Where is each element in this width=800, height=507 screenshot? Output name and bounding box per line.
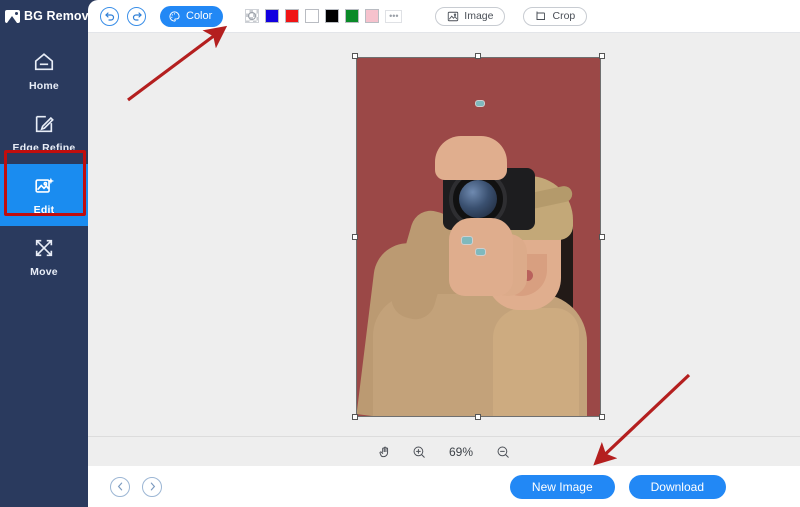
app-window: BG Remover Home Edge Refine Edit Move Co… [0, 0, 800, 507]
new-image-button[interactable]: New Image [509, 474, 615, 499]
swatch-green[interactable] [345, 9, 360, 23]
download-button[interactable]: Download [628, 474, 726, 499]
redo-button[interactable] [127, 6, 146, 26]
photo-subject [357, 58, 600, 416]
previous-image-button[interactable] [110, 476, 130, 497]
resize-handle-sw[interactable] [352, 414, 358, 420]
zoom-toolbar: 69% [88, 436, 800, 466]
swatch-pink[interactable] [365, 9, 380, 23]
brand: BG Remover [0, 0, 101, 26]
swatch-red[interactable] [285, 9, 300, 23]
top-toolbar: Color ••• Image Crop [88, 0, 800, 33]
sidebar-item-label: Edge Refine [12, 141, 76, 154]
image-tab-label: Image [464, 10, 494, 22]
sidebar: BG Remover Home Edge Refine Edit Move [0, 0, 101, 507]
edit-image-icon [33, 175, 55, 197]
crop-icon [535, 11, 547, 22]
hand-icon[interactable] [378, 445, 392, 459]
sidebar-item-label: Edit [33, 203, 55, 216]
home-icon [33, 51, 55, 73]
resize-handle-nw[interactable] [352, 53, 358, 59]
edge-refine-icon [33, 113, 55, 135]
redo-icon [131, 10, 143, 22]
color-tab-button[interactable]: Color [160, 5, 224, 27]
swatch-white[interactable] [305, 9, 320, 23]
chevron-right-icon [148, 482, 157, 491]
swatch-transparent[interactable] [245, 9, 260, 23]
photo-preview[interactable] [356, 57, 601, 417]
sidebar-item-edge-refine[interactable]: Edge Refine [0, 102, 88, 164]
sidebar-nav: Home Edge Refine Edit Move [0, 40, 88, 288]
photo-selection[interactable] [352, 53, 605, 420]
sidebar-item-label: Home [29, 79, 59, 92]
resize-handle-s[interactable] [475, 414, 481, 420]
image-icon [5, 9, 20, 23]
bottom-action-bar: New Image Download [88, 466, 800, 507]
next-image-button[interactable] [142, 476, 162, 497]
palette-icon [168, 10, 181, 23]
undo-button[interactable] [100, 6, 119, 26]
sidebar-item-label: Move [30, 265, 58, 278]
chevron-left-icon [116, 482, 125, 491]
color-tab-label: Color [186, 10, 213, 22]
swatch-blue[interactable] [265, 9, 280, 23]
zoom-out-icon[interactable] [496, 445, 510, 459]
sidebar-item-home[interactable]: Home [0, 40, 88, 102]
editor-canvas[interactable] [88, 33, 800, 436]
sidebar-item-edit[interactable]: Edit [0, 164, 88, 226]
sidebar-item-move[interactable]: Move [0, 226, 88, 288]
resize-handle-e[interactable] [599, 234, 605, 240]
zoom-in-icon[interactable] [412, 445, 426, 459]
resize-handle-ne[interactable] [599, 53, 605, 59]
resize-handle-w[interactable] [352, 234, 358, 240]
crop-tab-label: Crop [552, 10, 576, 22]
swatch-black[interactable] [325, 9, 340, 23]
zoom-level-value: 69% [448, 444, 474, 459]
resize-handle-n[interactable] [475, 53, 481, 59]
move-icon [33, 237, 55, 259]
crop-tab-button[interactable]: Crop [523, 6, 588, 26]
image-icon [447, 11, 459, 22]
color-swatch-list: ••• [245, 9, 403, 23]
image-tab-button[interactable]: Image [435, 6, 506, 26]
more-colors-button[interactable]: ••• [385, 9, 403, 23]
resize-handle-se[interactable] [599, 414, 605, 420]
undo-icon [104, 10, 116, 22]
